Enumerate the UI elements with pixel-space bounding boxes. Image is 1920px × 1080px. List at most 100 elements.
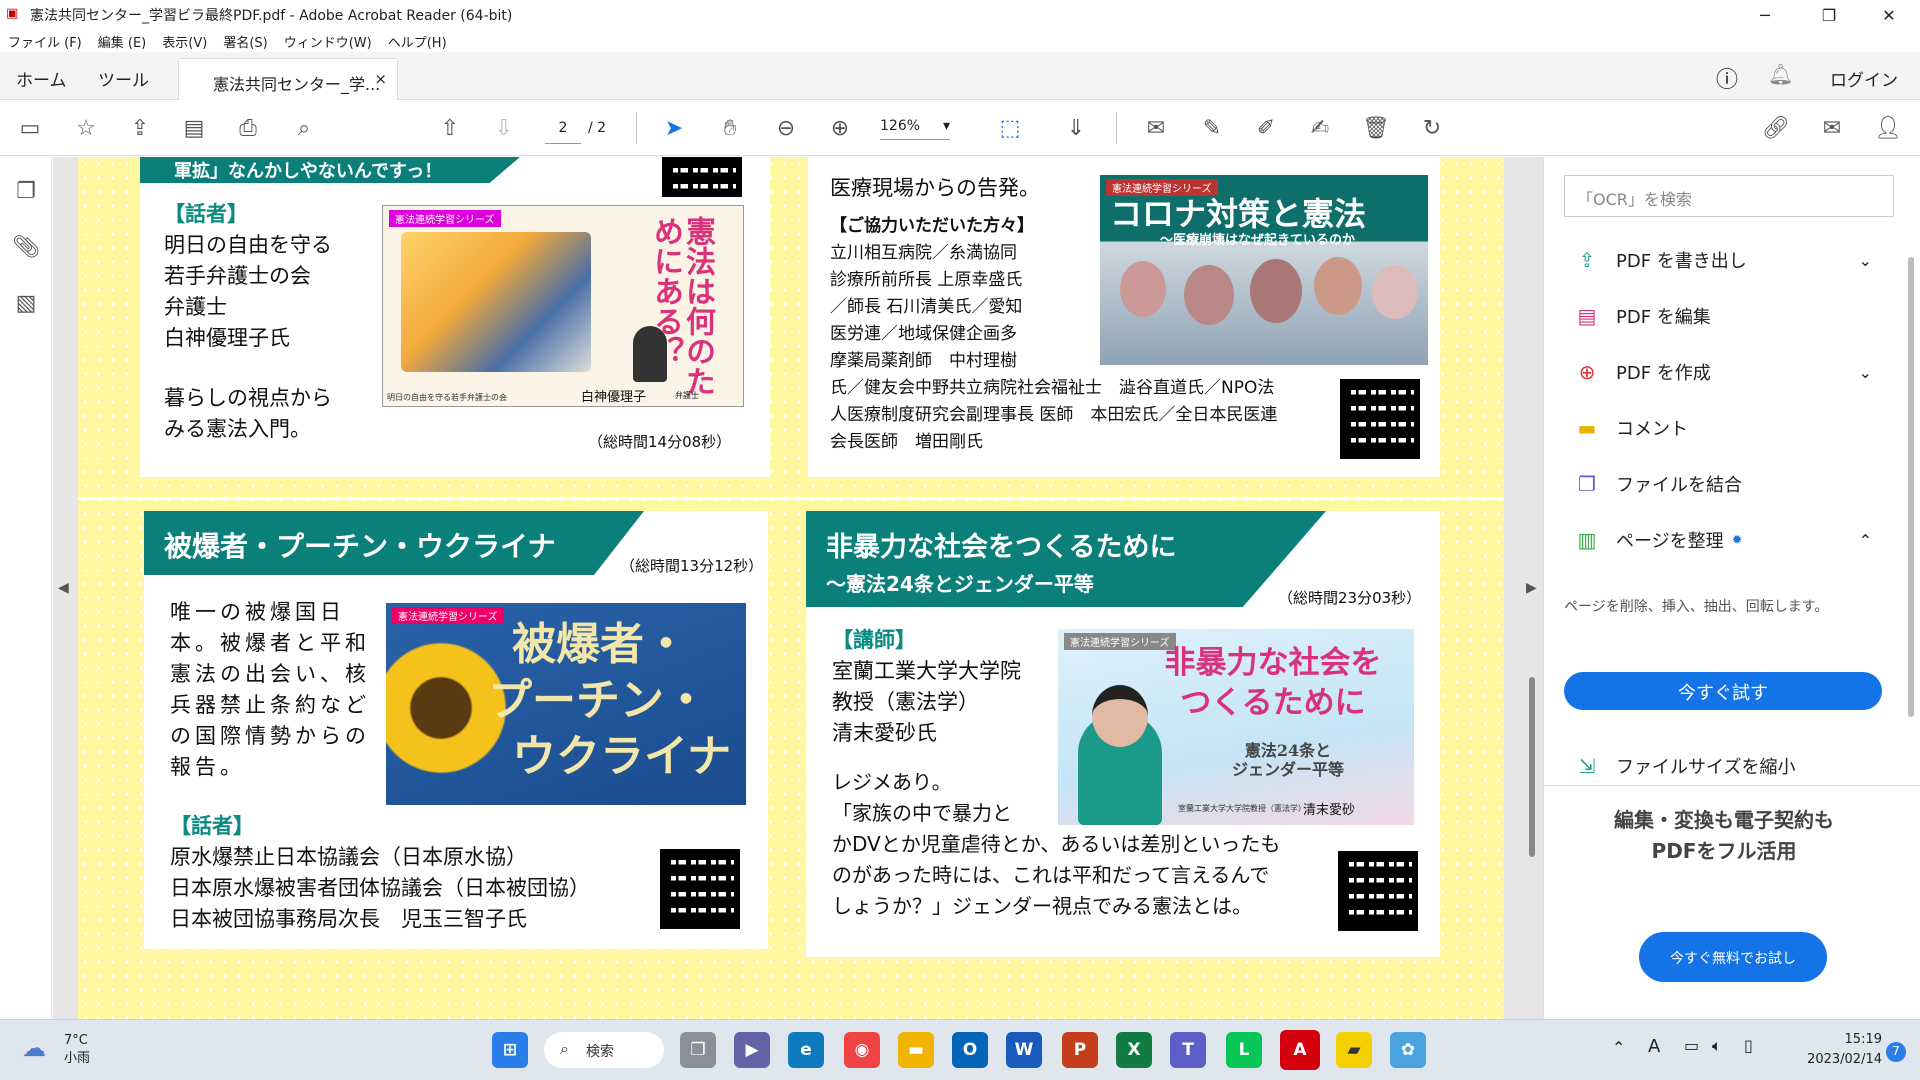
vertical-scrollbar[interactable] (1529, 677, 1535, 857)
redo-icon[interactable]: ↻ (1418, 114, 1446, 142)
menu-help[interactable]: ヘルプ(H) (388, 32, 447, 51)
close-window-button[interactable]: ✕ (1866, 0, 1912, 30)
zoom-out-icon[interactable]: ⊖ (772, 114, 800, 142)
nonviolence-thumbnail[interactable]: 憲法連続学習シリーズ 非暴力な社会を つくるために 憲法24条と ジェンダー平等… (1058, 629, 1414, 825)
tool-label: ページを整理 (1616, 531, 1724, 552)
try-now-button[interactable]: 今すぐ試す (1564, 672, 1882, 710)
minimize-button[interactable]: ─ (1742, 0, 1788, 30)
attachment-icon[interactable]: 📎︎ (12, 235, 40, 263)
collapse-left-icon[interactable]: ◀ (58, 580, 69, 596)
teams-chat-icon[interactable]: ▶ (734, 1032, 770, 1068)
task-view-icon[interactable]: ❐ (680, 1032, 716, 1068)
page-number-input[interactable]: 2 (545, 116, 581, 144)
upload-icon[interactable]: ⇪ (126, 114, 154, 142)
tab-home[interactable]: ホーム (16, 66, 67, 91)
word-icon[interactable]: W (1006, 1032, 1042, 1068)
login-button[interactable]: ログイン (1830, 66, 1898, 91)
menu-view[interactable]: 表示(V) (162, 32, 207, 51)
scroll-mode-icon[interactable]: ⇓ (1062, 114, 1090, 142)
edge-icon[interactable]: e (788, 1032, 824, 1068)
page-down-icon[interactable]: ⇩ (490, 114, 518, 142)
collapse-right-icon[interactable]: ▶ (1526, 580, 1537, 596)
hand-icon[interactable]: ✋︎ (716, 114, 744, 142)
shirogami-thumbnail[interactable]: 憲法連続学習シリーズ 憲法は何のためにある？ 明日の自由を守る若手弁護士の会 白… (382, 205, 744, 407)
bell-icon[interactable]: 🔔︎ (1768, 62, 1793, 86)
chrome-icon[interactable]: ◉ (844, 1032, 880, 1068)
ime-indicator[interactable]: A (1648, 1036, 1660, 1057)
share-link-icon[interactable]: 🔗︎ (1762, 114, 1790, 142)
maximize-button[interactable]: ❐ (1806, 0, 1852, 30)
tool-combine-files[interactable]: ❐ ファイルを結合 (1572, 467, 1872, 501)
taskbar-search[interactable]: ⌕ 検索 (544, 1032, 664, 1068)
page-thumbnails-icon[interactable]: ❐ (12, 179, 40, 207)
document-viewport[interactable]: 軍拡」なんかしやないんですっ！ 【話者】 明日の自由を守る 若手弁護士の会 弁護… (53, 157, 1543, 1019)
excel-icon[interactable]: X (1116, 1032, 1152, 1068)
paint-icon[interactable]: ✿ (1390, 1032, 1426, 1068)
create-pdf-icon[interactable]: ▤ (180, 114, 208, 142)
qr-code[interactable] (660, 157, 744, 199)
delete-icon[interactable]: 🗑︎ (1362, 114, 1390, 142)
page-up-icon[interactable]: ⇧ (436, 114, 464, 142)
zoom-in-icon[interactable]: ⊕ (826, 114, 854, 142)
menu-sign[interactable]: 署名(S) (223, 32, 267, 51)
chevron-up-icon[interactable]: ⌃ (1859, 531, 1872, 550)
tool-comment[interactable]: ▬ コメント (1572, 411, 1872, 445)
tool-export-pdf[interactable]: ⇪ PDF を書き出し ⌄ (1572, 243, 1872, 277)
tool-create-pdf[interactable]: ⊕ PDF を作成 ⌄ (1572, 355, 1872, 389)
tool-compress-pdf[interactable]: ⇲ ファイルサイズを縮小 (1572, 749, 1872, 783)
network-icon[interactable]: ▭ (1684, 1036, 1699, 1055)
add-user-icon[interactable]: 👤︎ (1874, 114, 1902, 142)
volume-icon[interactable]: 🔈︎ (1712, 1036, 1722, 1056)
select-cursor-icon[interactable]: ➤ (660, 114, 688, 142)
menu-window[interactable]: ウィンドウ(W) (284, 32, 372, 51)
qr-code[interactable] (658, 847, 742, 931)
star-icon[interactable]: ☆ (72, 114, 100, 142)
hibakusha-thumbnail[interactable]: 憲法連続学習シリーズ 被爆者・ プーチン・ ウクライナ (386, 603, 746, 805)
chevron-down-icon[interactable]: ⌄ (1859, 363, 1872, 382)
acrobat-taskbar-icon[interactable]: A (1280, 1030, 1320, 1070)
save-icon[interactable]: ▭ (16, 114, 44, 142)
start-icon[interactable]: ⊞ (492, 1032, 528, 1068)
chevron-down-icon[interactable]: ⌄ (1859, 251, 1872, 270)
menu-file[interactable]: ファイル (F) (8, 32, 82, 51)
compress-icon: ⇲ (1578, 754, 1596, 778)
notification-badge[interactable]: 7 (1886, 1042, 1906, 1062)
tab-tools[interactable]: ツール (98, 66, 149, 91)
email-icon[interactable]: ✉ (1818, 114, 1846, 142)
fit-page-icon[interactable]: ⬚ (996, 114, 1024, 142)
draw-icon[interactable]: ✐ (1252, 114, 1280, 142)
free-trial-button[interactable]: 今すぐ無料でお試し (1639, 932, 1827, 982)
speaker-line: 明日の自由を守る (164, 233, 332, 257)
sticky-notes-icon[interactable]: ▰ (1336, 1032, 1372, 1068)
teams-icon[interactable]: T (1170, 1032, 1206, 1068)
tools-search-input[interactable]: 「OCR」を検索 (1564, 175, 1894, 217)
clock[interactable]: 15:19 2023/02/14 (1788, 1030, 1882, 1070)
battery-icon[interactable]: ▯ (1744, 1036, 1753, 1055)
print-icon[interactable]: ⎙ (234, 114, 262, 142)
outlook-icon[interactable]: O (952, 1032, 988, 1068)
qr-code[interactable] (1338, 377, 1422, 461)
highlight-icon[interactable]: ✎ (1198, 114, 1226, 142)
menu-edit[interactable]: 編集 (E) (98, 32, 147, 51)
close-tab-icon[interactable]: × (374, 70, 387, 88)
qr-code[interactable] (1336, 849, 1420, 933)
help-icon[interactable]: ⓘ (1716, 62, 1738, 94)
speaker-line: 日本被団協事務局次長 児玉三智子氏 (170, 907, 527, 931)
document-info-icon[interactable]: ▧ (12, 291, 40, 319)
tool-edit-pdf[interactable]: ▤ PDF を編集 (1572, 299, 1872, 333)
line-icon[interactable]: L (1226, 1032, 1262, 1068)
tab-document[interactable]: 憲法共同センター_学... × (178, 58, 398, 100)
file-explorer-icon[interactable]: ▬ (898, 1032, 934, 1068)
weather-icon[interactable]: ☁ (22, 1034, 46, 1062)
pane-scrollbar[interactable] (1908, 257, 1914, 717)
corona-thumbnail[interactable]: 憲法連続学習シリーズ コロナ対策と憲法 〜医療崩壊はなぜ起きているのか (1100, 175, 1428, 365)
tool-label: ファイルサイズを縮小 (1616, 757, 1796, 778)
tool-organize-pages[interactable]: ▥ ページを整理 ✹ ⌃ (1572, 523, 1872, 557)
chevron-up-icon[interactable]: ⌃ (1612, 1038, 1625, 1057)
search-icon[interactable]: ⌕ (290, 114, 318, 142)
zoom-select[interactable]: 126% ▾ (880, 118, 950, 140)
stamp-icon[interactable]: ✍︎ (1306, 114, 1334, 142)
comment-icon[interactable]: ✉︎ (1142, 114, 1170, 142)
powerpoint-icon[interactable]: P (1062, 1032, 1098, 1068)
card-banner: 軍拡」なんかしやないんですっ！ (140, 157, 520, 183)
